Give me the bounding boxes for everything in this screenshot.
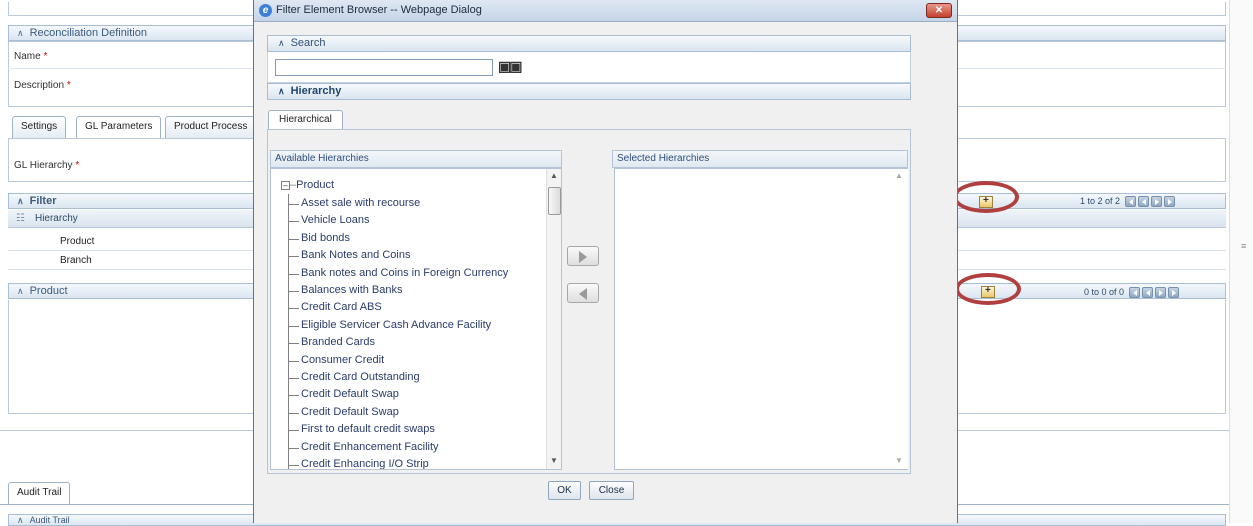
tree-connector	[289, 221, 299, 223]
tree-connector	[289, 273, 299, 275]
scroll-grip-icon: ≡	[1241, 241, 1247, 251]
scroll-down-icon[interactable]: ▼	[547, 456, 561, 465]
arrow-left-icon	[579, 288, 587, 300]
scroll-down-icon[interactable]: ▼	[892, 456, 906, 465]
tree-item[interactable]: Credit Enhancement Facility	[301, 441, 439, 453]
close-button[interactable]: Close	[589, 481, 634, 500]
collapse-icon: ∧	[278, 86, 285, 96]
collapse-icon: ∧	[17, 286, 24, 296]
tree-connector	[289, 291, 299, 292]
description-label: Description *	[14, 80, 71, 91]
tree-item[interactable]: Credit Card ABS	[301, 301, 382, 313]
tree-connector	[289, 430, 299, 432]
tree-item[interactable]: Bank notes and Coins in Foreign Currency	[301, 267, 508, 279]
collapse-icon: ∧	[278, 38, 285, 48]
hierarchy-icon: ☷	[16, 213, 25, 224]
tree-connector	[289, 447, 299, 449]
move-left-button[interactable]	[567, 283, 599, 303]
dialog-titlebar[interactable]: e Filter Element Browser -- Webpage Dial…	[254, 0, 957, 22]
move-right-button[interactable]	[567, 246, 599, 266]
page-scrollbar[interactable]: ≡	[1229, 0, 1253, 523]
tab-hierarchical[interactable]: Hierarchical	[268, 110, 343, 130]
tree-connector	[289, 465, 299, 466]
available-scrollbar[interactable]: ▲ ▼	[546, 169, 561, 469]
tab-product-process[interactable]: Product Process	[165, 116, 257, 138]
tree-connector	[289, 238, 299, 240]
tree-connector	[289, 360, 299, 362]
next-page-icon[interactable]	[1154, 287, 1166, 299]
tree-item[interactable]: Credit Default Swap	[301, 406, 399, 418]
scroll-thumb[interactable]	[548, 187, 561, 215]
dialog-title: Filter Element Browser -- Webpage Dialog	[276, 4, 482, 16]
name-label: Name *	[14, 51, 48, 62]
product-pager: 0 to 0 of 0	[1084, 285, 1179, 299]
collapse-tree-icon: –	[281, 180, 290, 190]
tree-item[interactable]: Asset sale with recourse	[301, 197, 420, 209]
first-page-icon[interactable]	[1124, 196, 1136, 208]
tree-item[interactable]: Consumer Credit	[301, 354, 384, 366]
tree-connector	[289, 308, 299, 310]
tab-audit-trail[interactable]: Audit Trail	[8, 482, 71, 504]
tree-connector	[289, 343, 299, 345]
collapse-icon: ∧	[17, 28, 24, 38]
gl-hierarchy-label: GL Hierarchy *	[14, 160, 80, 171]
tree-item[interactable]: Credit Default Swap	[301, 388, 399, 400]
tree-connector	[289, 395, 299, 397]
ok-button[interactable]: OK	[548, 481, 581, 500]
tree-item[interactable]: Credit Enhancing I/O Strip	[301, 458, 429, 469]
tree-connector	[289, 256, 299, 258]
highlight-circle	[953, 181, 1019, 213]
tree-item[interactable]: Balances with Banks	[301, 284, 403, 296]
scroll-up-icon[interactable]: ▲	[547, 171, 561, 180]
scroll-up-icon[interactable]: ▲	[892, 171, 906, 180]
selected-scrollbar[interactable]: ▲ ▼	[892, 169, 908, 469]
search-section-header[interactable]: ∧ Search	[267, 35, 911, 52]
hierarchy-section-header[interactable]: ∧ Hierarchy	[267, 83, 911, 100]
tree-connector	[289, 204, 299, 205]
prev-page-icon[interactable]	[1141, 287, 1153, 299]
highlight-circle	[955, 273, 1021, 305]
filter-element-dialog: e Filter Element Browser -- Webpage Dial…	[253, 0, 958, 523]
tree-connector	[289, 325, 299, 327]
tree-item[interactable]: Eligible Servicer Cash Advance Facility	[301, 319, 491, 331]
tree-item[interactable]: Credit Card Outstanding	[301, 371, 420, 383]
tree-item[interactable]: Bid bonds	[301, 232, 350, 244]
tree-connector	[289, 378, 299, 379]
arrow-right-icon	[579, 251, 587, 263]
selected-hierarchies-list[interactable]: ▲ ▼	[614, 168, 908, 470]
next-page-icon[interactable]	[1150, 196, 1162, 208]
tree-root-product[interactable]: – –Product	[281, 179, 334, 191]
binoculars-search-icon[interactable]: ▣▣	[498, 58, 523, 75]
tree-item[interactable]: Bank Notes and Coins	[301, 249, 410, 261]
close-icon[interactable]: ✕	[926, 3, 952, 18]
collapse-icon: ∧	[17, 196, 24, 206]
tree-line	[288, 194, 289, 469]
browser-icon: e	[259, 4, 272, 17]
hierarchy-column-header[interactable]: Hierarchy	[35, 213, 78, 224]
tree-item[interactable]: First to default credit swaps	[301, 423, 435, 435]
selected-hierarchies-header: Selected Hierarchies	[612, 150, 908, 168]
filter-pager: 1 to 2 of 2	[1080, 194, 1175, 208]
available-hierarchies-header: Available Hierarchies	[270, 150, 562, 168]
prev-page-icon[interactable]	[1137, 196, 1149, 208]
first-page-icon[interactable]	[1128, 287, 1140, 299]
tree-item[interactable]: Vehicle Loans	[301, 214, 370, 226]
last-page-icon[interactable]	[1163, 196, 1175, 208]
tab-settings[interactable]: Settings	[12, 116, 67, 138]
available-hierarchies-list[interactable]: – –Product Asset sale with recourse Vehicl…	[270, 168, 562, 470]
last-page-icon[interactable]	[1167, 287, 1179, 299]
search-input[interactable]	[275, 59, 493, 76]
tree-connector	[289, 412, 299, 414]
tab-gl-parameters[interactable]: GL Parameters	[76, 116, 162, 139]
tree-item[interactable]: Branded Cards	[301, 336, 375, 348]
